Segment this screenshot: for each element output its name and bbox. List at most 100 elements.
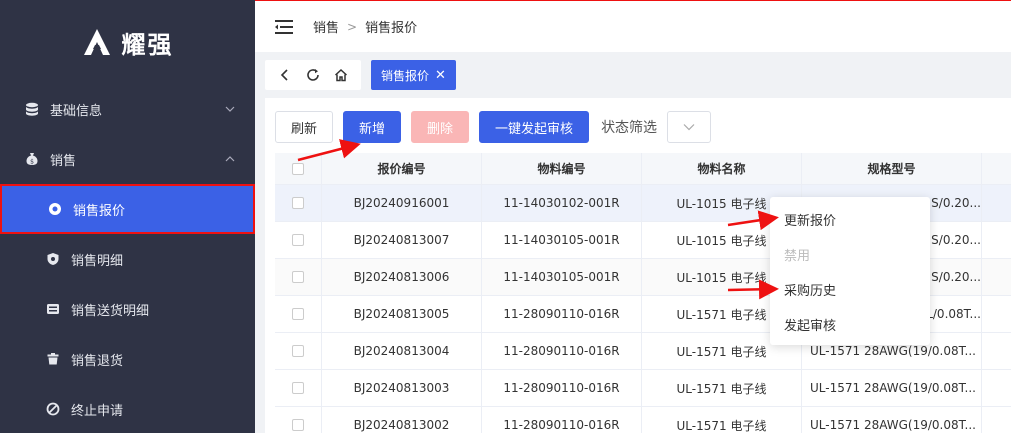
select-all-checkbox[interactable] <box>292 162 304 175</box>
quote-number-cell: BJ20240813002 <box>322 407 482 433</box>
table-row[interactable]: BJ20240813002 11-28090110-016R UL-1571 电子线… <box>275 407 1011 433</box>
row-extra-cell <box>982 185 1011 221</box>
row-checkbox[interactable] <box>292 308 304 320</box>
row-select-cell <box>275 333 322 369</box>
sidebar-item-label: 销售退货 <box>71 353 124 369</box>
sidebar-item-termination-request[interactable]: 终止申请 <box>0 384 255 433</box>
material-name-cell: UL-1571 电子线 <box>642 370 802 406</box>
sidebar-item-sales-delivery-detail[interactable]: 销售送货明细 <box>0 284 255 334</box>
ctx-update-quote[interactable]: 更新报价 <box>770 202 930 237</box>
sidebar-item-sales-quote[interactable]: 销售报价 <box>0 184 255 234</box>
row-checkbox[interactable] <box>292 271 304 283</box>
chevron-up-icon <box>225 156 235 162</box>
sidebar-item-sales-return[interactable]: 销售退货 <box>0 334 255 384</box>
material-number-cell: 11-28090110-016R <box>482 333 642 369</box>
row-checkbox[interactable] <box>292 382 304 394</box>
sidebar-group-label: 销售 <box>50 153 77 169</box>
sidebar-item-sales-detail[interactable]: 销售明细 <box>0 234 255 284</box>
spec-model-cell: UL-1571 28AWG(19/0.08T... <box>802 370 982 406</box>
quote-number-cell: BJ20240813005 <box>322 296 482 332</box>
breadcrumb-separator: > <box>347 19 358 34</box>
row-extra-cell <box>982 333 1011 369</box>
top-header: 销售 > 销售报价 <box>255 0 1011 52</box>
select-all-cell <box>275 153 322 184</box>
row-checkbox[interactable] <box>292 197 304 209</box>
sidebar-item-label: 销售报价 <box>73 203 126 219</box>
material-number-cell: 11-14030105-001R <box>482 259 642 295</box>
column-header[interactable]: 物料名称 <box>642 153 802 184</box>
ctx-disable: 禁用 <box>784 249 811 264</box>
trash-icon <box>45 351 61 367</box>
spec-model-cell: UL-1571 28AWG(19/0.08T... <box>802 407 982 433</box>
sidebar-group-label: 基础信息 <box>50 103 103 119</box>
table-row[interactable]: BJ20240813003 11-28090110-016R UL-1571 电子线… <box>275 370 1011 407</box>
row-extra-cell <box>982 370 1011 406</box>
row-checkbox[interactable] <box>292 234 304 246</box>
tab-sales-quote[interactable]: 销售报价 ✕ <box>371 60 456 90</box>
app-name: 耀强 <box>121 30 174 59</box>
refresh-button[interactable] <box>299 60 327 90</box>
row-extra-cell <box>982 407 1011 433</box>
column-header[interactable]: 规格型号 <box>802 153 982 184</box>
tabs-bar: 销售报价 ✕ <box>255 52 1011 98</box>
row-select-cell <box>275 185 322 221</box>
column-header-extra <box>982 153 1011 184</box>
database-icon <box>24 101 40 117</box>
sidebar: 耀强 基础信息 $ 销售 销售报价 销售明细 销售送货明细 销售退货 终止申请 <box>0 0 255 433</box>
home-icon <box>334 68 348 82</box>
logo-icon <box>83 29 110 55</box>
table-header-row: 报价编号 物料编号 物料名称 规格型号 <box>275 153 1011 185</box>
row-extra-cell <box>982 296 1011 332</box>
row-select-cell <box>275 222 322 258</box>
tab-label: 销售报价 <box>381 68 430 83</box>
sidebar-group-sales[interactable]: $ 销售 <box>0 134 255 184</box>
chevron-down-icon <box>225 106 235 112</box>
row-select-cell <box>275 407 322 433</box>
column-header[interactable]: 物料编号 <box>482 153 642 184</box>
sidebar-item-label: 终止申请 <box>71 403 124 419</box>
breadcrumb-sales-quote: 销售报价 <box>365 21 418 36</box>
material-number-cell: 11-14030105-001R <box>482 222 642 258</box>
submit-audit-button[interactable]: 一键发起审核 <box>479 111 590 143</box>
row-select-cell <box>275 370 322 406</box>
radio-dot-icon <box>47 201 63 217</box>
close-icon[interactable]: ✕ <box>435 68 446 83</box>
home-button[interactable] <box>327 60 355 90</box>
breadcrumb-sales[interactable]: 销售 <box>313 17 339 36</box>
tab-nav-buttons <box>265 60 361 90</box>
sidebar-item-label: 销售送货明细 <box>71 303 150 319</box>
svg-text:$: $ <box>30 159 34 166</box>
row-select-cell <box>275 296 322 332</box>
row-extra-cell <box>982 222 1011 258</box>
row-extra-cell <box>982 259 1011 295</box>
sidebar-group-basic-info[interactable]: 基础信息 <box>0 84 255 134</box>
chevron-down-icon <box>683 124 695 131</box>
quote-number-cell: BJ20240916001 <box>322 185 482 221</box>
menu-toggle-icon[interactable] <box>275 19 293 35</box>
ctx-submit-audit[interactable]: 发起审核 <box>770 307 930 342</box>
row-checkbox[interactable] <box>292 345 304 357</box>
list-box-icon <box>45 301 61 317</box>
shield-icon <box>45 251 61 267</box>
quote-number-cell: BJ20240813006 <box>322 259 482 295</box>
refresh-list-button[interactable]: 刷新 <box>275 111 334 143</box>
add-button[interactable]: 新增 <box>343 111 402 143</box>
material-number-cell: 11-14030102-001R <box>482 185 642 221</box>
row-checkbox[interactable] <box>292 419 304 431</box>
back-button[interactable] <box>271 60 299 90</box>
material-name-cell: UL-1571 电子线 <box>642 407 802 433</box>
status-filter-label: 状态筛选 <box>601 120 658 136</box>
quote-number-cell: BJ20240813003 <box>322 370 482 406</box>
toolbar: 刷新 新增 删除 一键发起审核 状态筛选 <box>275 111 712 143</box>
delete-button[interactable]: 删除 <box>411 111 470 143</box>
context-menu: 更新报价 禁用 采购历史 发起审核 <box>770 197 930 345</box>
material-number-cell: 11-28090110-016R <box>482 407 642 433</box>
quote-number-cell: BJ20240813007 <box>322 222 482 258</box>
money-bag-icon: $ <box>24 151 40 167</box>
ctx-purchase-history[interactable]: 采购历史 <box>770 272 930 307</box>
status-filter-select[interactable] <box>667 111 712 143</box>
column-header[interactable]: 报价编号 <box>322 153 482 184</box>
app-logo: 耀强 <box>0 0 255 84</box>
sidebar-item-label: 销售明细 <box>71 253 124 269</box>
ban-icon <box>45 401 61 417</box>
